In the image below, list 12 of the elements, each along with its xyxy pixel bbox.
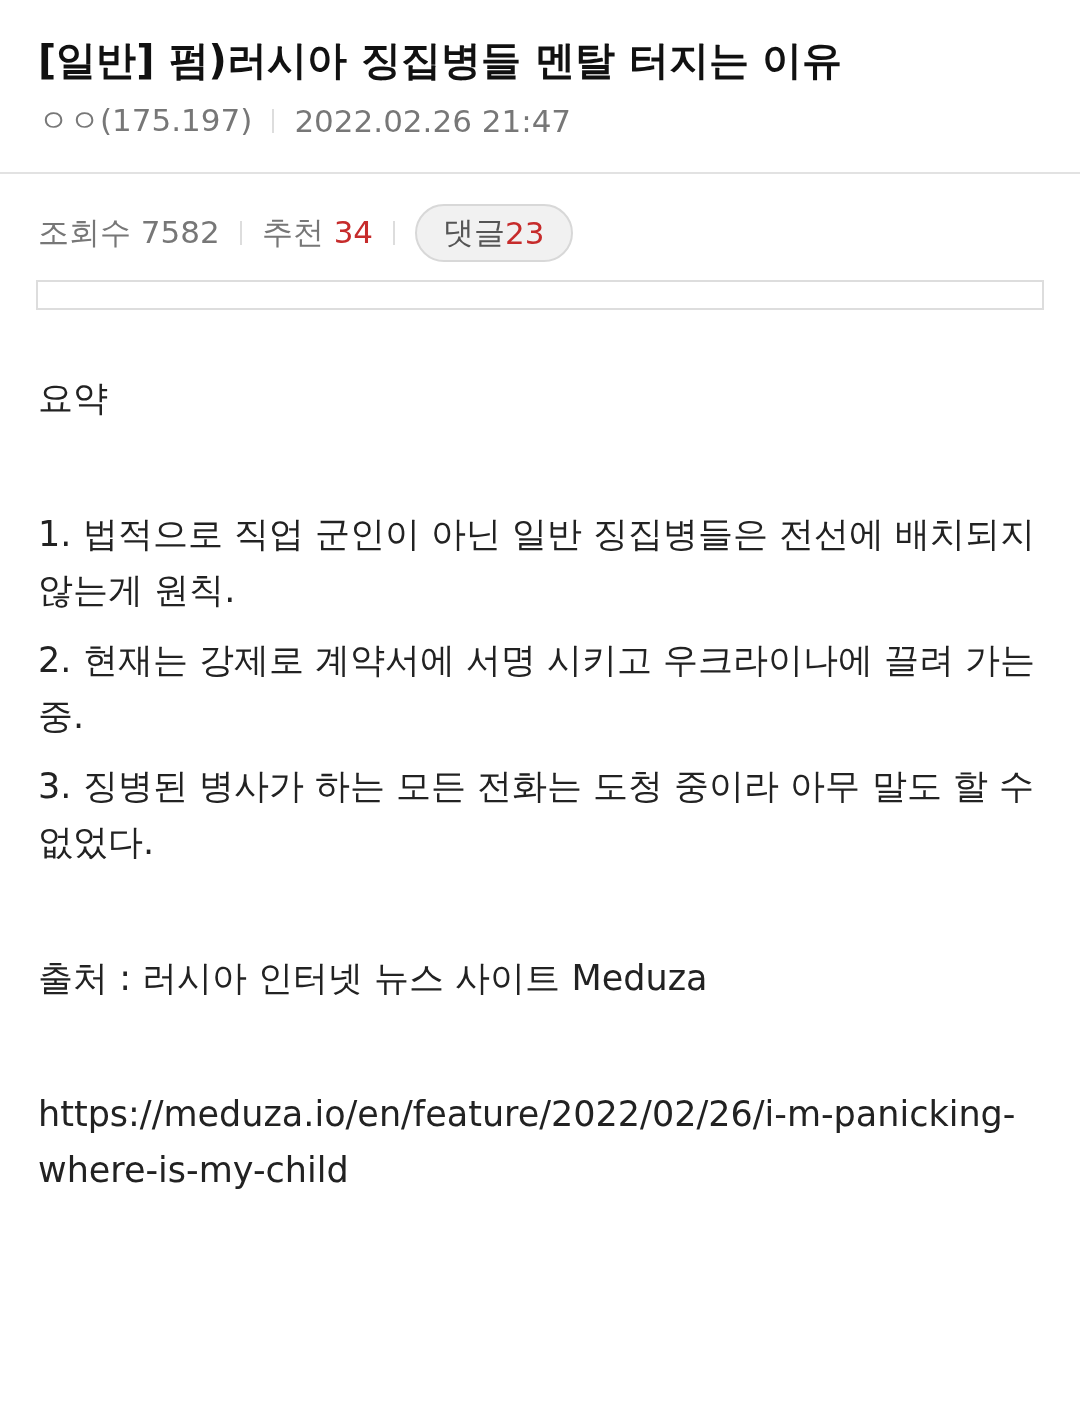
post-title: [일반] 펌)러시아 징집병들 멘탈 터지는 이유: [38, 36, 844, 85]
body-paragraph: 출처 : 러시아 인터넷 뉴스 사이트 Meduza: [38, 957, 709, 1000]
url-text: https://meduza.io/en/feature/2022/02/26/i-m-panicking-where-is-my-child: [38, 1093, 1017, 1192]
comment-button[interactable]: 댓글23: [415, 204, 573, 262]
body-paragraph: 요약: [38, 377, 109, 420]
view-count: 조회수 7582: [38, 213, 220, 252]
author-name: ㅇㅇ(175.197): [38, 101, 253, 140]
recommend-count: 추천 34: [261, 213, 374, 252]
body-paragraph: 3. 징병된 병사가 하는 모든 전화는 도청 중이라 아무 말도 할 수 없었다.: [38, 765, 1035, 864]
body-paragraph: 1. 법적으로 직업 군인이 아닌 일반 징집병들은 전선에 배치되지 않는게 원칙.: [38, 513, 1037, 612]
post-date: 2022.02.26 21:47: [294, 103, 572, 139]
body-paragraph: 2. 현재는 강제로 계약서에 서명 시키고 우크라이나에 끌려 가는 중.: [38, 639, 1037, 738]
